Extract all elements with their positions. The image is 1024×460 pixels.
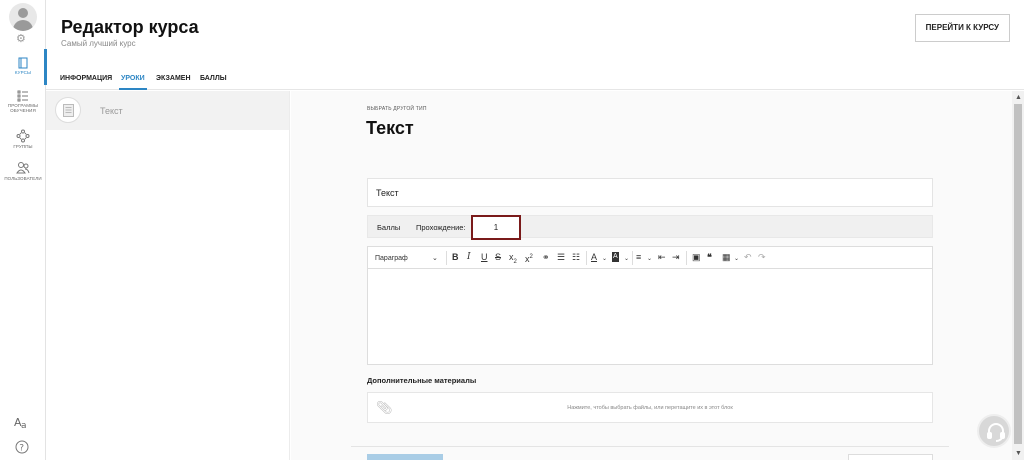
- table-icon[interactable]: ▦: [722, 251, 731, 264]
- page-subtitle: Самый лучший курс: [61, 39, 136, 48]
- superscript-icon[interactable]: x2: [525, 251, 533, 266]
- subscript-icon[interactable]: x2: [509, 251, 517, 269]
- dropzone-text: Нажмите, чтобы выбрать файлы, или перета…: [567, 405, 733, 411]
- chevron-down-icon[interactable]: ⌄: [647, 253, 652, 266]
- sidebar-item-label: КУРСЫ: [14, 70, 32, 75]
- numbered-list-icon[interactable]: ☷: [572, 251, 580, 264]
- tab-info[interactable]: ИНФОРМАЦИЯ: [60, 75, 112, 82]
- redo-icon[interactable]: ↷: [758, 251, 766, 264]
- underline-icon[interactable]: U: [481, 251, 488, 264]
- tab-exam[interactable]: ЭКЗАМЕН: [156, 75, 191, 82]
- pass-label: Прохождение:: [416, 223, 466, 232]
- document-icon: [55, 97, 81, 123]
- chevron-down-icon[interactable]: ⌄: [602, 253, 607, 266]
- align-icon[interactable]: ≡: [636, 251, 641, 264]
- sidebar-item-courses[interactable]: КУРСЫ: [0, 49, 47, 85]
- strikethrough-icon[interactable]: S: [495, 251, 501, 264]
- image-icon[interactable]: ▣: [692, 251, 701, 264]
- lesson-editor: ВЫБРАТЬ ДРУГОЙ ТИП Текст Баллы Прохожден…: [291, 91, 1012, 460]
- editor-toolbar: Параграф ⌄ B I U S x2 x2 ⚭ ☰ ☷ A ⌄ A ⌄ ≡…: [367, 246, 933, 269]
- lesson-list: Текст: [46, 91, 290, 460]
- avatar[interactable]: [9, 3, 37, 31]
- tab-bar: ИНФОРМАЦИЯ УРОКИ ЭКЗАМЕН БАЛЛЫ: [46, 66, 1024, 90]
- list-icon: [17, 90, 28, 102]
- users-icon: [16, 162, 30, 174]
- goto-course-button[interactable]: ПЕРЕЙТИ К КУРСУ: [914, 14, 1010, 42]
- points-tab[interactable]: Баллы: [377, 223, 400, 232]
- points-bar: Баллы Прохождение:: [367, 215, 933, 240]
- toolbar-divider: [586, 251, 587, 265]
- support-button[interactable]: [977, 414, 1011, 448]
- sidebar-item-label: ПРОГРАММЫ ОБУЧЕНИЯ: [7, 103, 39, 113]
- sidebar-item-label: ПОЛЬЗОВАТЕЛИ: [4, 176, 42, 181]
- rich-text-editor[interactable]: [367, 269, 933, 365]
- divider: [351, 446, 949, 447]
- font-color-icon[interactable]: A: [591, 251, 597, 264]
- toolbar-divider: [632, 251, 633, 265]
- undo-icon[interactable]: ↶: [744, 251, 752, 264]
- lesson-name-input[interactable]: [367, 178, 933, 207]
- extra-materials-label: Дополнительные материалы: [367, 376, 477, 385]
- highlight-color-icon[interactable]: A: [612, 252, 619, 262]
- choose-type-link[interactable]: ВЫБРАТЬ ДРУГОЙ ТИП: [367, 106, 427, 112]
- sidebar-item-users[interactable]: ПОЛЬЗОВАТЕЛИ: [0, 161, 46, 181]
- gear-icon[interactable]: ⚙: [16, 32, 26, 45]
- group-icon: [16, 129, 30, 143]
- pass-points-input[interactable]: [471, 215, 521, 240]
- tab-points[interactable]: БАЛЛЫ: [200, 75, 227, 82]
- list-item[interactable]: Текст: [46, 91, 289, 130]
- italic-icon[interactable]: I: [467, 251, 471, 264]
- scroll-up-icon[interactable]: ▲: [1015, 94, 1022, 101]
- sidebar-item-label: ГРУППЫ: [13, 144, 33, 149]
- headset-icon: [987, 423, 1005, 442]
- chevron-down-icon[interactable]: ⌄: [624, 253, 629, 266]
- header: Редактор курса Самый лучший курс ПЕРЕЙТИ…: [46, 0, 1024, 64]
- block-title: Текст: [366, 118, 414, 138]
- bold-icon[interactable]: B: [452, 251, 459, 264]
- quote-icon[interactable]: ❝: [707, 251, 712, 264]
- tab-lessons[interactable]: УРОКИ: [119, 75, 147, 90]
- sidebar: ⚙ КУРСЫ ПРОГРАММЫ ОБУЧЕНИЯ ГРУППЫ ПОЛЬЗО…: [0, 0, 47, 460]
- cancel-button[interactable]: [848, 454, 933, 460]
- save-button[interactable]: [367, 454, 443, 460]
- chevron-down-icon[interactable]: ⌄: [734, 253, 739, 266]
- svg-text:a: a: [21, 421, 27, 429]
- svg-text:?: ?: [19, 444, 24, 454]
- page-title: Редактор курса: [61, 17, 199, 37]
- scroll-thumb[interactable]: [1014, 104, 1022, 444]
- help-icon[interactable]: ?: [15, 440, 29, 457]
- book-icon: [18, 57, 28, 69]
- outdent-icon[interactable]: ⇤: [658, 251, 666, 264]
- toolbar-divider: [446, 251, 447, 265]
- bulleted-list-icon[interactable]: ☰: [557, 251, 565, 264]
- file-dropzone[interactable]: 📎︎ Нажмите, чтобы выбрать файлы, или пер…: [367, 392, 933, 423]
- paragraph-select[interactable]: Параграф: [375, 252, 408, 265]
- link-icon[interactable]: ⚭: [542, 251, 550, 264]
- scrollbar[interactable]: ▲ ▼: [1012, 91, 1024, 460]
- scroll-down-icon[interactable]: ▼: [1015, 450, 1022, 457]
- sidebar-item-programs[interactable]: ПРОГРАММЫ ОБУЧЕНИЯ: [0, 90, 46, 113]
- translate-icon[interactable]: Aa: [14, 415, 30, 432]
- toolbar-divider: [686, 251, 687, 265]
- chevron-down-icon[interactable]: ⌄: [432, 252, 438, 265]
- indent-icon[interactable]: ⇥: [672, 251, 680, 264]
- lesson-label: Текст: [100, 106, 123, 116]
- sidebar-item-groups[interactable]: ГРУППЫ: [0, 129, 46, 149]
